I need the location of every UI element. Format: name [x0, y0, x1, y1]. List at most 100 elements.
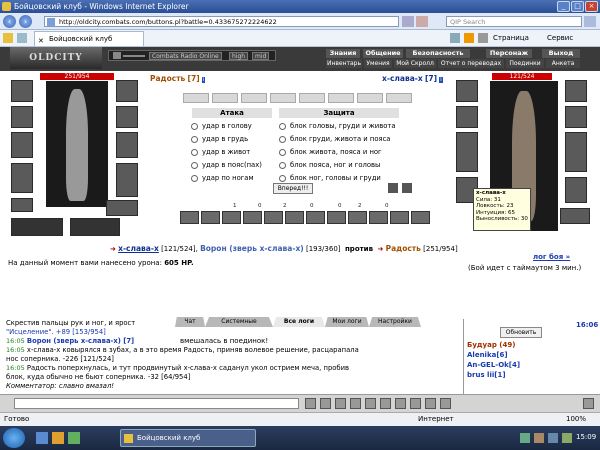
- back-button[interactable]: ‹: [3, 15, 16, 28]
- maximize-button[interactable]: □: [571, 1, 584, 12]
- scroll-slot-5[interactable]: [299, 93, 325, 103]
- scroll-slot-8[interactable]: [386, 93, 412, 103]
- skull-icon[interactable]: [388, 183, 398, 193]
- browser-tab[interactable]: ✕ Бойцовский клуб: [34, 31, 144, 46]
- radio-station-button[interactable]: Combats Radio Online: [149, 52, 222, 60]
- url-input[interactable]: http://oldcity.combats.com/buttons.pl?ba…: [44, 16, 399, 27]
- player-helmet-slot[interactable]: [11, 80, 33, 102]
- player-name[interactable]: Радость: [150, 74, 185, 83]
- skill-slot-6[interactable]: [285, 211, 304, 224]
- menu-security[interactable]: Безопасность: [406, 49, 470, 58]
- stop-icon[interactable]: [416, 16, 428, 27]
- tab-all-logs[interactable]: Все логи: [273, 317, 325, 327]
- menu-communication[interactable]: Общение: [363, 49, 403, 58]
- defense-2-radio[interactable]: [279, 135, 286, 143]
- attack-legs[interactable]: удар по ногам: [191, 172, 254, 184]
- scroll-slot-4[interactable]: [270, 93, 296, 103]
- vs-left-name[interactable]: x-слава-x: [118, 244, 159, 253]
- defense-4[interactable]: блок пояса, ног и головы: [279, 159, 380, 171]
- close-button[interactable]: ×: [585, 1, 598, 12]
- volume-slider[interactable]: [123, 55, 145, 57]
- opponent-shield-slot[interactable]: [565, 132, 587, 172]
- tray-icon-4[interactable]: [562, 433, 572, 443]
- opponent-bracers-slot[interactable]: [456, 106, 478, 128]
- skill-slot-10[interactable]: [369, 211, 388, 224]
- opponent-legs-slot[interactable]: [565, 177, 587, 203]
- player-quick-slots[interactable]: [11, 218, 63, 236]
- player-boots-slot[interactable]: [106, 200, 138, 216]
- tab-settings[interactable]: Настройки: [369, 317, 421, 327]
- opponent-earring-slot[interactable]: [565, 80, 587, 102]
- tools-menu[interactable]: Сервис: [547, 33, 573, 44]
- skill-slot-12[interactable]: [411, 211, 430, 224]
- tray-icon-2[interactable]: [534, 433, 544, 443]
- defense-2[interactable]: блок груди, живота и пояса: [279, 133, 390, 145]
- send-icon[interactable]: [305, 398, 316, 409]
- skill-slot-5[interactable]: [264, 211, 283, 224]
- menu-my-scroll[interactable]: Мой Скролл: [394, 59, 436, 68]
- buddy-member-1[interactable]: Alenika[6]: [467, 351, 508, 360]
- feed-icon[interactable]: [464, 33, 474, 43]
- defense-1[interactable]: блок головы, груди и живота: [279, 120, 395, 132]
- menu-knowledge[interactable]: Знания: [326, 49, 360, 58]
- skill-slot-7[interactable]: [306, 211, 325, 224]
- tab-my-logs[interactable]: Мои логи: [325, 317, 369, 327]
- attack-chest-radio[interactable]: [191, 135, 198, 143]
- player-shield-slot[interactable]: [116, 132, 138, 158]
- exit-chat-icon[interactable]: [583, 398, 594, 409]
- player-gloves-slot[interactable]: [116, 106, 138, 128]
- opponent-weapon-slot[interactable]: [456, 132, 478, 172]
- opponent-gloves-slot[interactable]: [565, 106, 587, 128]
- opponent-info-icon[interactable]: i: [439, 77, 443, 83]
- search-icon[interactable]: [584, 16, 596, 27]
- vs-right-name[interactable]: Радость: [386, 244, 421, 253]
- player-armor-slot[interactable]: [11, 163, 33, 193]
- vs-pet-name[interactable]: Ворон (зверь x-слава-x): [200, 244, 304, 253]
- attack-legs-radio[interactable]: [191, 174, 198, 182]
- player-rings-slot[interactable]: [70, 218, 120, 236]
- player-weapon-slot[interactable]: [11, 132, 33, 158]
- speaker-icon[interactable]: [113, 52, 121, 59]
- zoom-text[interactable]: 100%: [566, 413, 586, 426]
- opponent-boots-slot[interactable]: [560, 208, 590, 224]
- battle-log-link[interactable]: лог боя »: [533, 253, 570, 262]
- buddy-member-2-name[interactable]: An-GEL-Ok[4]: [467, 361, 520, 369]
- sound-icon[interactable]: [395, 398, 406, 409]
- private-icon[interactable]: [440, 398, 451, 409]
- scroll-slot-6[interactable]: [328, 93, 354, 103]
- scroll-slot-3[interactable]: [241, 93, 267, 103]
- tab-system-messages[interactable]: Системные сообщения: [205, 317, 273, 327]
- taskbar-ie-item[interactable]: Бойцовский клуб: [120, 429, 256, 447]
- buddy-member-3-name[interactable]: brus lii[1]: [467, 371, 506, 379]
- menu-exit[interactable]: Выход: [542, 49, 580, 58]
- forward-attack-button[interactable]: Вперед!!!: [273, 183, 313, 194]
- home-icon[interactable]: [450, 33, 460, 43]
- page-menu[interactable]: Страница: [493, 33, 529, 44]
- attack-chest[interactable]: удар в грудь: [191, 133, 248, 145]
- quicklaunch-icon-2[interactable]: [52, 432, 64, 444]
- add-favorite-icon[interactable]: [17, 33, 27, 43]
- settings-icon[interactable]: [410, 398, 421, 409]
- menu-transfers-report[interactable]: Отчет о переводах: [438, 59, 504, 68]
- attack-belly[interactable]: удар в живот: [191, 146, 250, 158]
- tray-icon-3[interactable]: [548, 433, 558, 443]
- favorites-icon[interactable]: [3, 33, 13, 43]
- refresh-icon[interactable]: [402, 16, 414, 27]
- skill-slot-4[interactable]: [243, 211, 262, 224]
- defense-3-radio[interactable]: [279, 148, 286, 156]
- quicklaunch-icon-3[interactable]: [68, 432, 80, 444]
- menu-character[interactable]: Персонаж: [486, 49, 532, 58]
- skill-slot-2[interactable]: [201, 211, 220, 224]
- player-info-icon[interactable]: i: [201, 77, 206, 83]
- menu-skills[interactable]: Умения: [364, 59, 392, 68]
- radio-mid-button[interactable]: mid: [252, 52, 270, 60]
- buddy-member-1-name[interactable]: Alenika[6]: [467, 351, 508, 359]
- player-bracers-slot[interactable]: [11, 106, 33, 128]
- tab-close-icon[interactable]: ✕: [38, 34, 44, 48]
- defense-4-radio[interactable]: [279, 161, 286, 169]
- player-earring-slot[interactable]: [116, 80, 138, 102]
- opponent-name[interactable]: x-слава-x: [382, 74, 423, 83]
- start-button[interactable]: [3, 428, 25, 448]
- opponent-helmet-slot[interactable]: [456, 80, 478, 102]
- translit-icon[interactable]: [365, 398, 376, 409]
